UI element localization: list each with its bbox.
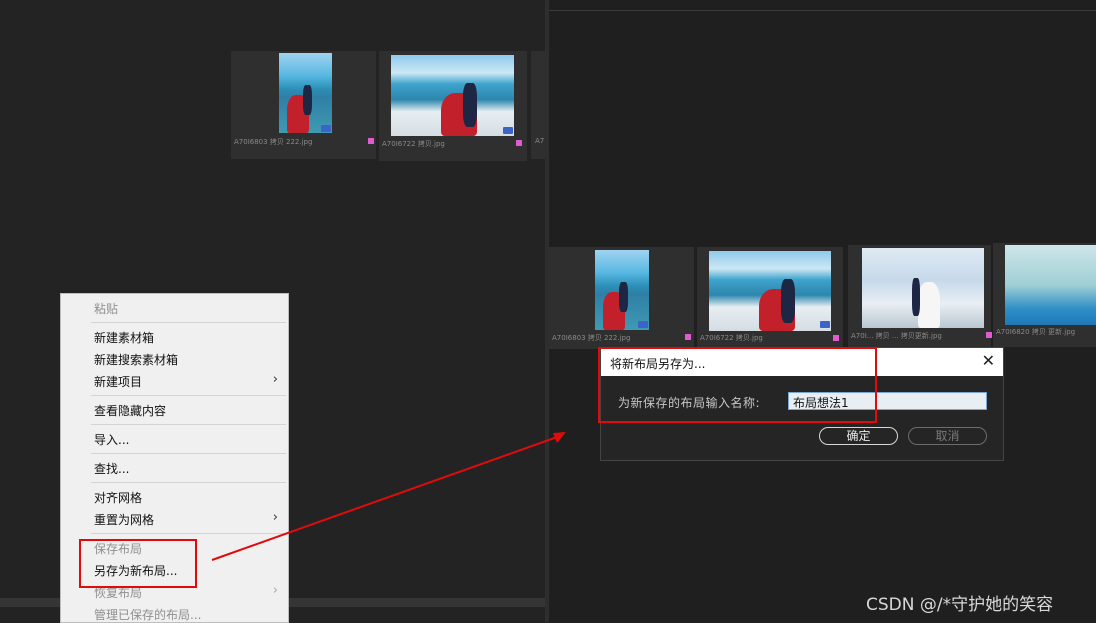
annotation-arrow [211,432,566,561]
watermark: CSDN @/*守护她的笑容 [866,595,1054,615]
